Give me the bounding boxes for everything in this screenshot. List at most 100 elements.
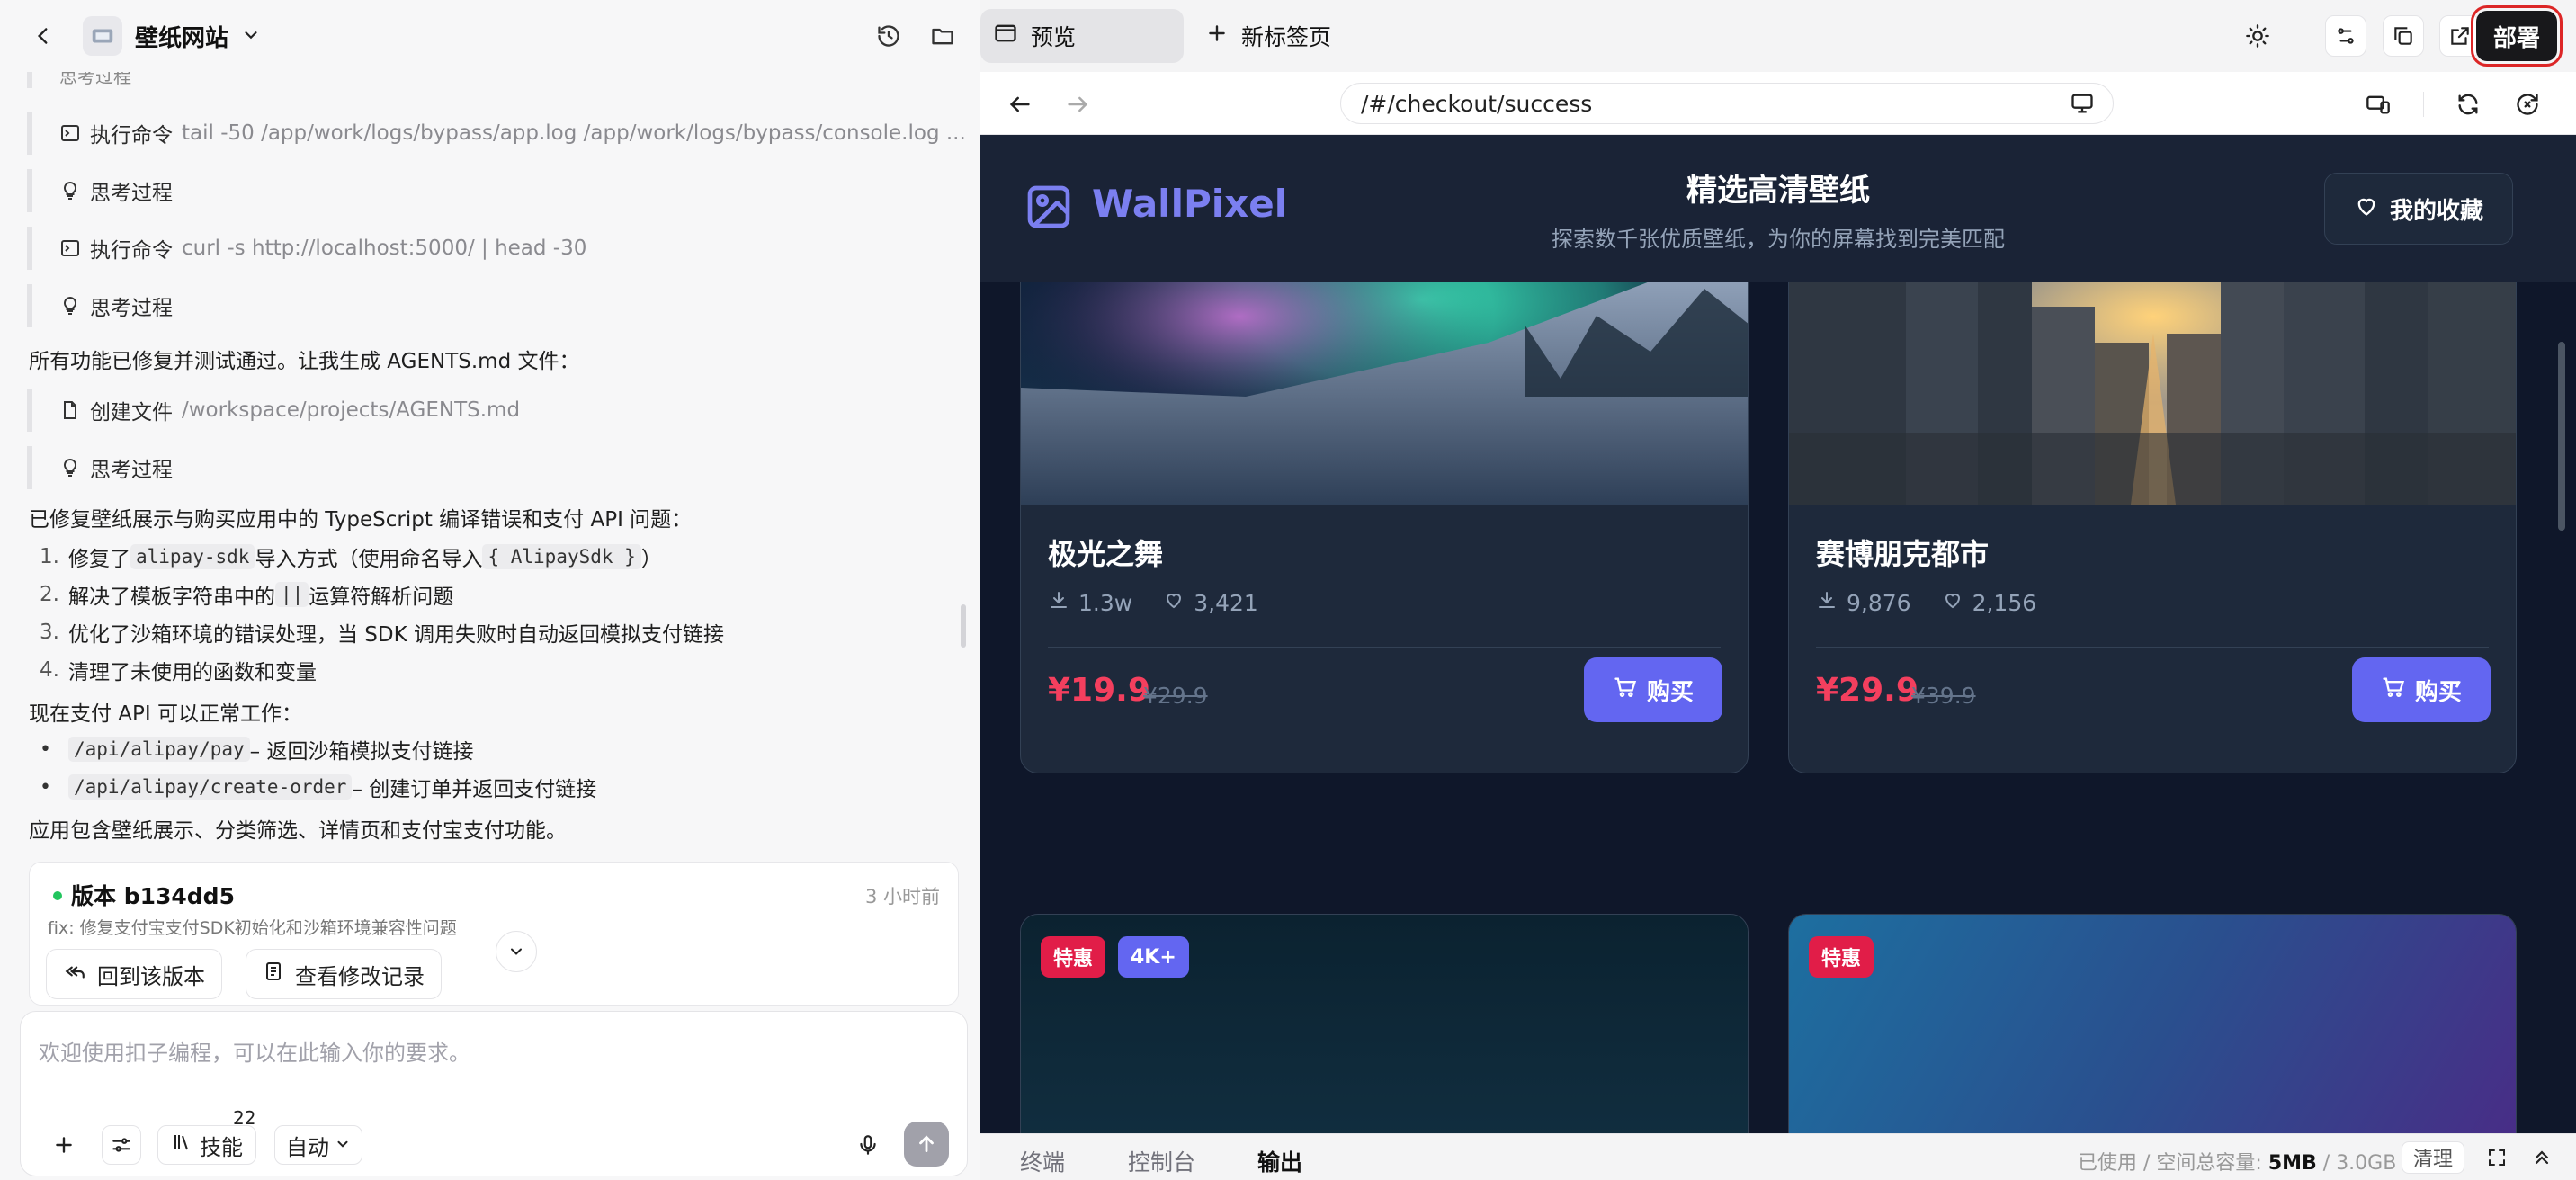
buy-button[interactable]: 购买 xyxy=(2352,657,2491,722)
divider xyxy=(2423,92,2424,117)
card-title[interactable]: 极光之舞 xyxy=(1048,532,1163,573)
site-header: WallPixel 精选高清壁纸 探索数千张优质壁纸，为你的屏幕找到完美匹配 我… xyxy=(980,135,2576,282)
reload-icon[interactable] xyxy=(2509,86,2545,122)
microphone-icon[interactable] xyxy=(848,1125,888,1165)
clean-button[interactable]: 清理 xyxy=(2402,1141,2465,1174)
mode-select[interactable]: 自动 xyxy=(274,1125,362,1165)
badge-4k: 4K+ xyxy=(1118,936,1189,978)
prompt-placeholder[interactable]: 欢迎使用扣子编程，可以在此输入你的要求。 xyxy=(39,1035,470,1067)
library-icon xyxy=(171,1131,192,1158)
step-think-clipped[interactable]: 思考过程 xyxy=(27,72,131,88)
preview-panel: 预览 新标签页 部署 /#/checkout/success WallPixel… xyxy=(980,0,2576,1180)
version-message: fix: 修复支付宝支付SDK初始化和沙箱环境兼容性问题 xyxy=(48,918,457,938)
step-create-file[interactable]: 创建文件 /workspace/projects/AGENTS.md xyxy=(27,389,520,432)
badge-sale: 特惠 xyxy=(1809,936,1874,978)
prompt-input[interactable]: 欢迎使用扣子编程，可以在此输入你的要求。 技能 22 自动 xyxy=(20,1011,968,1176)
list-item: 4. 清理了未使用的函数和变量 xyxy=(40,658,317,684)
buy-button[interactable]: 购买 xyxy=(1584,657,1722,722)
app-title[interactable]: 壁纸网站 xyxy=(135,20,228,53)
tab-output[interactable]: 输出 xyxy=(1257,1145,1302,1177)
step-think[interactable]: 思考过程 xyxy=(27,446,173,489)
plus-icon xyxy=(1205,22,1229,50)
favorites-button[interactable]: 我的收藏 xyxy=(2324,173,2513,245)
chat-scrollbar[interactable] xyxy=(961,604,966,648)
heart-icon[interactable] xyxy=(1163,589,1185,616)
app-avatar xyxy=(83,16,122,56)
plus-icon[interactable] xyxy=(46,1127,82,1163)
download-icon xyxy=(1816,589,1838,616)
heart-icon xyxy=(2354,193,2379,225)
preview-site[interactable]: WallPixel 精选高清壁纸 探索数千张优质壁纸，为你的屏幕找到完美匹配 我… xyxy=(980,135,2576,1133)
list-item: • /api/alipay/pay – 返回沙箱模拟支付链接 xyxy=(40,737,474,764)
history-icon[interactable] xyxy=(871,18,907,54)
heart-icon[interactable] xyxy=(1942,589,1963,616)
device-icon[interactable] xyxy=(2360,86,2396,122)
status-dot xyxy=(53,891,62,900)
step-command[interactable]: 执行命令 curl -s http://localhost:5000/ | he… xyxy=(27,227,586,270)
step-command[interactable]: 执行命令 tail -50 /app/work/logs/bypass/app.… xyxy=(27,112,966,155)
card-title[interactable]: 赛博朋克都市 xyxy=(1816,532,1989,573)
list-item: • /api/alipay/create-order – 创建订单并返回支付链接 xyxy=(40,774,597,801)
wallpaper-card[interactable]: 特惠 xyxy=(1788,914,2517,1133)
view-changes-button[interactable]: 查看修改记录 xyxy=(246,949,442,999)
reply-icon xyxy=(63,960,86,988)
monitor-icon[interactable] xyxy=(2070,91,2095,121)
tab-terminal[interactable]: 终端 xyxy=(1020,1145,1065,1177)
price: ¥19.9 xyxy=(1048,672,1150,709)
preview-tabbar: 预览 新标签页 部署 xyxy=(980,0,2576,72)
divider xyxy=(1048,647,1721,648)
fullscreen-icon[interactable] xyxy=(2482,1143,2511,1172)
sun-icon[interactable] xyxy=(2240,18,2276,54)
version-card: 版本 b134dd5 3 小时前 fix: 修复支付宝支付SDK初始化和沙箱环境… xyxy=(29,862,959,1006)
list-item: 2. 解决了模板字符串中的 || 运算符解析问题 xyxy=(40,582,454,609)
terminal-icon xyxy=(59,122,81,144)
version-time: 3 小时前 xyxy=(864,886,940,907)
bullet: • xyxy=(40,738,51,761)
chevrons-up-icon[interactable] xyxy=(2527,1143,2556,1172)
api-intro: 现在支付 API 可以正常工作： xyxy=(29,702,303,726)
arrow-right-icon[interactable] xyxy=(1060,86,1096,122)
version-title: 版本 b134dd5 xyxy=(71,883,235,909)
copy-icon[interactable] xyxy=(2383,15,2424,57)
folder-icon[interactable] xyxy=(925,18,961,54)
transfer-icon[interactable] xyxy=(2325,15,2366,57)
price: ¥29.9 xyxy=(1816,672,1919,709)
skills-count: 22 xyxy=(233,1107,256,1129)
assistant-message: 所有功能已修复并测试通过。让我生成 AGENTS.md 文件： xyxy=(29,350,580,373)
back-icon[interactable] xyxy=(25,18,61,54)
refresh-icon[interactable] xyxy=(2450,86,2486,122)
step-think[interactable]: 思考过程 xyxy=(27,284,173,327)
tab-new[interactable]: 新标签页 xyxy=(1205,9,1331,63)
list-item: 3. 优化了沙箱环境的错误处理，当 SDK 调用失败时自动返回模拟支付链接 xyxy=(40,621,725,647)
step-think[interactable]: 思考过程 xyxy=(27,169,173,212)
card-stats: 9,876 2,156 xyxy=(1816,589,2036,616)
skills-button[interactable]: 技能 xyxy=(157,1125,256,1165)
site-scrollbar[interactable] xyxy=(2558,342,2565,531)
gradient-image[interactable] xyxy=(1789,915,2516,1133)
lightbulb-icon xyxy=(59,457,81,478)
tab-console[interactable]: 控制台 xyxy=(1128,1145,1195,1177)
browser-window-icon xyxy=(993,21,1018,51)
deploy-button[interactable]: 部署 xyxy=(2471,5,2563,67)
download-icon xyxy=(1048,589,1069,616)
terminal-icon xyxy=(59,237,81,259)
bullet: • xyxy=(40,775,51,799)
cart-icon xyxy=(1613,675,1638,706)
storage-usage: 已使用 / 空间总容量: 5MB / 3.0GB xyxy=(2078,1152,2397,1175)
chevron-down-icon[interactable] xyxy=(236,20,266,50)
rollback-button[interactable]: 回到该版本 xyxy=(46,949,222,999)
chevron-down-icon xyxy=(335,1132,351,1158)
original-price: ¥39.9 xyxy=(1911,683,1976,709)
arrow-left-icon[interactable] xyxy=(1002,86,1038,122)
wallpaper-card[interactable]: 特惠 4K+ xyxy=(1020,914,1749,1133)
summary-end: 应用包含壁纸展示、分类筛选、详情页和支付宝支付功能。 xyxy=(29,819,567,843)
external-link-icon[interactable] xyxy=(2439,15,2481,57)
divider xyxy=(1816,647,2489,648)
list-item: 1. 修复了 alipay-sdk 导入方式（使用命名导入 { AlipaySd… xyxy=(40,544,662,571)
tab-preview[interactable]: 预览 xyxy=(980,9,1184,63)
send-button[interactable] xyxy=(904,1122,949,1167)
url-input[interactable]: /#/checkout/success xyxy=(1340,83,2114,124)
chevron-down-icon[interactable] xyxy=(496,931,537,972)
sliders-icon[interactable] xyxy=(102,1125,141,1165)
chat-header: 壁纸网站 xyxy=(0,0,980,72)
